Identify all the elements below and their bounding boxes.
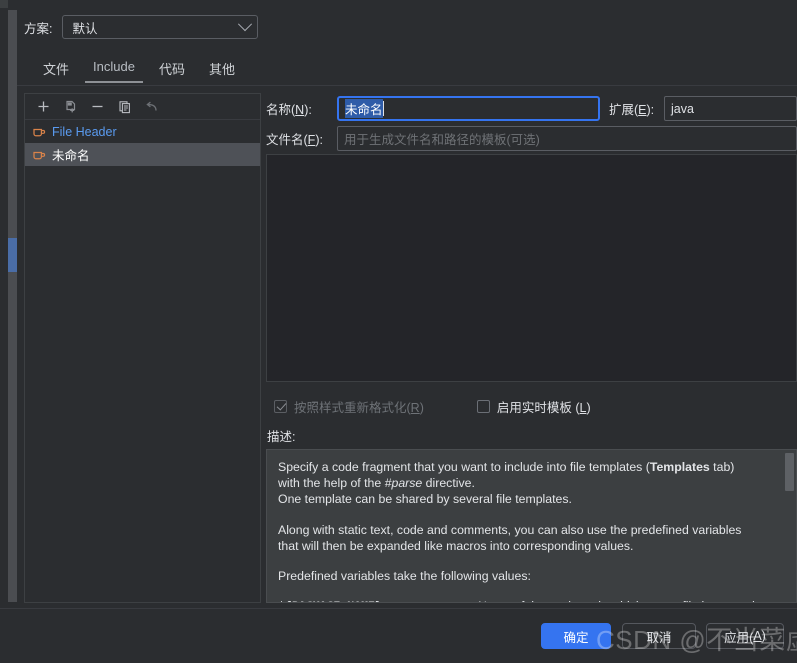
tab-other[interactable]: 其他 (197, 53, 247, 87)
undo-reset-icon (146, 101, 157, 111)
list-item[interactable]: 未命名 (25, 143, 260, 166)
checkbox-box-icon (476, 399, 490, 413)
name-input[interactable]: 未命名 (337, 96, 600, 121)
tab-files[interactable]: 文件 (31, 53, 81, 87)
extension-input-value: java (671, 101, 694, 116)
enable-live-templates-checkbox[interactable]: 启用实时模板 (L) (476, 397, 591, 416)
list-item-label: File Header (52, 124, 117, 139)
name-field-label: 名称(N): (266, 103, 312, 117)
template-list[interactable]: File Header 未命名 (25, 120, 260, 602)
file-templates-dialog: 方案: 默认 文件 Include 代码 其他 File Header 未命名 … (17, 0, 797, 663)
tab-code[interactable]: 代码 (147, 53, 197, 87)
variable-description: Name of the package in which a new file … (478, 598, 758, 602)
dialog-button-bar: 确定 取消 应用(A) (0, 609, 797, 663)
cancel-button[interactable]: 取消 (622, 623, 696, 649)
extension-field-label: 扩展(E): (609, 103, 655, 117)
filename-input[interactable]: 用于生成文件名和路径的模板(可选) (337, 126, 797, 151)
add-template-button[interactable] (31, 96, 56, 117)
java-coffee-cup-icon (33, 151, 46, 159)
filename-input-placeholder: 用于生成文件名和路径的模板(可选) (344, 133, 540, 147)
template-detail-panel: 名称(N): 未命名 扩展(E): java 文件名(F): 用于生成文件名和路… (266, 93, 797, 603)
description-scrollbar-track[interactable] (785, 451, 795, 602)
outer-scrollbar-thumb[interactable] (8, 238, 17, 272)
predefined-variable-row: ${PACKAGE_NAME} Name of the package in w… (278, 598, 774, 602)
text-caret (382, 101, 384, 116)
variable-name: ${PACKAGE_NAME} (278, 598, 478, 602)
reformat-according-to-style-checkbox[interactable]: 按照样式重新格式化(R) (274, 397, 424, 416)
minus-icon (92, 105, 103, 108)
list-item-label: 未命名 (52, 149, 90, 163)
duplicate-template-button[interactable] (112, 96, 137, 117)
filename-field-label: 文件名(F): (266, 133, 323, 147)
template-list-toolbar (25, 94, 260, 120)
duplicate-icon (118, 100, 130, 113)
filename-row: 文件名(F): 用于生成文件名和路径的模板(可选) (266, 126, 797, 151)
reset-template-button[interactable] (139, 96, 164, 117)
description-paragraph-2: Along with static text, code and comment… (278, 522, 742, 553)
remove-template-button[interactable] (85, 96, 110, 117)
template-category-tabs: 文件 Include 代码 其他 (17, 53, 797, 86)
template-code-editor[interactable] (266, 154, 797, 382)
outer-scrollbar-track[interactable] (8, 10, 17, 602)
chevron-down-icon (238, 17, 253, 32)
list-item[interactable]: File Header (25, 120, 260, 143)
description-paragraph-3: Predefined variables take the following … (278, 569, 531, 584)
name-row: 名称(N): 未命名 扩展(E): java (266, 96, 797, 121)
template-options-row: 按照样式重新格式化(R) 启用实时模板 (L) (266, 393, 797, 419)
description-paragraph-1: Specify a code fragment that you want to… (278, 460, 735, 507)
java-coffee-cup-icon (33, 128, 46, 136)
name-input-value: 未命名 (345, 99, 383, 118)
live-templates-checkbox-label: 启用实时模板 (L) (496, 400, 591, 415)
description-panel: Specify a code fragment that you want to… (266, 449, 797, 603)
template-list-panel: File Header 未命名 (24, 93, 261, 603)
ok-button[interactable]: 确定 (541, 623, 611, 649)
extension-input[interactable]: java (664, 96, 797, 121)
tab-include[interactable]: Include (81, 53, 147, 83)
window-corner-nub (0, 0, 8, 8)
apply-button[interactable]: 应用(A) (706, 623, 784, 649)
description-text: Specify a code fragment that you want to… (267, 450, 796, 602)
copy-template-icon (65, 100, 75, 112)
description-label: 描述: (267, 430, 296, 444)
scheme-row: 方案: 默认 (17, 14, 259, 40)
reformat-checkbox-label: 按照样式重新格式化(R) (294, 400, 424, 415)
plus-icon (38, 101, 49, 112)
scheme-combobox-value: 默认 (72, 21, 98, 36)
checkbox-box-checked-icon (274, 399, 287, 413)
copy-template-button[interactable] (58, 96, 83, 117)
description-scrollbar-thumb[interactable] (785, 453, 794, 491)
scheme-combobox[interactable]: 默认 (62, 15, 259, 39)
scheme-label: 方案: (24, 21, 53, 36)
